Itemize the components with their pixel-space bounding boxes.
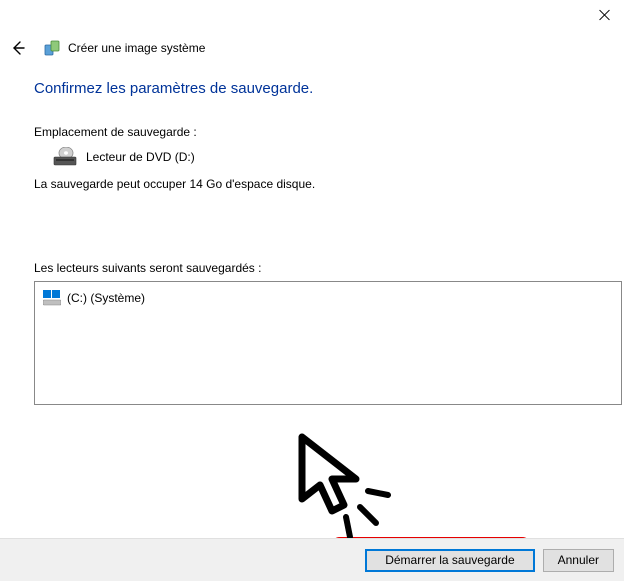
start-backup-button[interactable]: Démarrer la sauvegarde	[365, 549, 534, 572]
page-heading: Confirmez les paramètres de sauvegarde.	[34, 80, 604, 97]
cancel-button[interactable]: Annuler	[543, 549, 614, 572]
backup-location-row: Lecteur de DVD (D:)	[52, 147, 604, 167]
dialog-footer: Démarrer la sauvegarde Annuler	[0, 538, 624, 581]
list-item: (C:) (Système)	[43, 290, 613, 306]
wizard-header: Créer une image système	[8, 36, 616, 60]
back-button[interactable]	[8, 38, 28, 58]
backup-size-text: La sauvegarde peut occuper 14 Go d'espac…	[34, 177, 604, 191]
drive-label: (C:) (Système)	[67, 291, 145, 305]
wizard-icon	[44, 39, 62, 57]
drives-list: (C:) (Système)	[34, 281, 622, 405]
dvd-drive-icon	[52, 147, 78, 167]
annotation-cursor-icon	[282, 429, 402, 549]
backup-location-label: Emplacement de sauvegarde :	[34, 125, 604, 139]
backup-location-value: Lecteur de DVD (D:)	[86, 150, 195, 164]
close-button[interactable]	[598, 8, 612, 22]
system-drive-icon	[43, 290, 61, 306]
window-title: Créer une image système	[68, 41, 205, 55]
drives-list-label: Les lecteurs suivants seront sauvegardés…	[34, 261, 604, 275]
